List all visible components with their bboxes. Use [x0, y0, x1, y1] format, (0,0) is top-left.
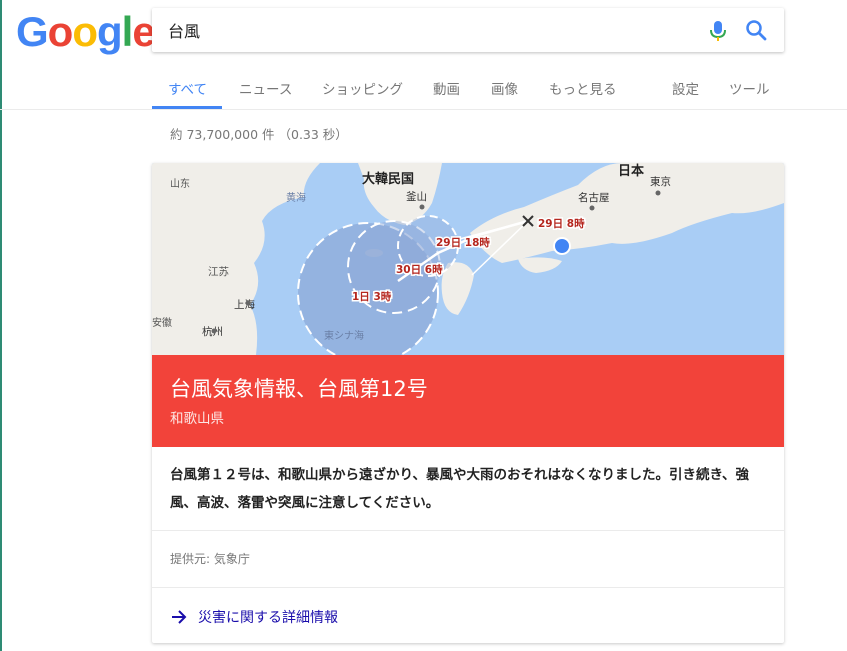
logo-letter: o	[47, 8, 74, 55]
card-title: 台風気象情報、台風第12号	[170, 377, 428, 401]
forecast-label-29-8: 29日 8時	[538, 217, 585, 230]
typhoon-map[interactable]: 日本 大韓民国 釜山 黄海 山东 江苏 上海 安徽 杭州 東シナ海 名古屋 東京…	[152, 163, 784, 355]
typhoon-banner: 台風気象情報、台風第12号 和歌山県	[152, 355, 784, 447]
logo-letter: G	[16, 8, 49, 55]
search-tabs: すべて ニュース ショッピング 動画 画像 もっと見る 設定 ツール	[0, 62, 847, 110]
map-label-busan: 釜山	[406, 190, 427, 203]
arrow-right-icon	[172, 610, 187, 624]
tab-tools[interactable]: ツール	[729, 78, 770, 98]
disaster-info-link-label: 災害に関する詳細情報	[198, 610, 338, 626]
map-label-japan: 日本	[618, 163, 644, 179]
search-input[interactable]	[168, 8, 688, 52]
microphone-icon[interactable]	[708, 20, 728, 42]
forecast-label-30-6: 30日 6時	[396, 263, 443, 276]
logo-letter: g	[96, 8, 123, 55]
map-label-jiangsu: 江苏	[208, 265, 229, 278]
divider	[152, 530, 784, 531]
tab-settings[interactable]: 設定	[672, 78, 699, 98]
tab-images[interactable]: 画像	[491, 78, 518, 98]
search-icon[interactable]	[744, 18, 768, 42]
map-label-tokyo: 東京	[650, 175, 671, 188]
logo-letter: o	[72, 8, 98, 55]
search-box	[152, 8, 784, 52]
map-label-shandong: 山东	[170, 177, 190, 190]
tab-news[interactable]: ニュース	[239, 78, 292, 98]
card-subtitle: 和歌山県	[170, 411, 224, 427]
typhoon-description: 台風第１２号は、和歌山県から遠ざかり、暴風や大雨のおそれはなくなりました。引き続…	[170, 467, 750, 511]
location-dot	[553, 237, 571, 255]
map-label-nagoya: 名古屋	[578, 191, 610, 204]
city-dot-nagoya	[589, 205, 595, 211]
divider	[152, 587, 784, 588]
tab-more[interactable]: もっと見る	[549, 78, 617, 98]
city-dot-busan	[419, 204, 425, 210]
tab-videos[interactable]: 動画	[433, 78, 460, 98]
forecast-label-1-3: 1日 3時	[352, 290, 392, 303]
city-dot-hangzhou	[211, 328, 217, 334]
result-stats: 約 73,700,000 件 （0.33 秒）	[170, 127, 348, 142]
city-dot-tokyo	[655, 190, 661, 196]
map-label-yellow-sea: 黄海	[286, 191, 306, 204]
tab-shopping[interactable]: ショッピング	[322, 78, 403, 98]
map-label-east-china-sea: 東シナ海	[324, 329, 364, 342]
source-attribution: 提供元: 気象庁	[170, 552, 250, 566]
map-label-shanghai: 上海	[234, 298, 255, 311]
active-tab-indicator	[152, 106, 222, 109]
logo-letter: l	[121, 8, 134, 55]
city-dot-shanghai	[245, 300, 251, 306]
tab-all[interactable]: すべて	[168, 78, 207, 98]
typhoon-info-card: 日本 大韓民国 釜山 黄海 山东 江苏 上海 安徽 杭州 東シナ海 名古屋 東京…	[152, 163, 784, 643]
map-label-korea: 大韓民国	[362, 171, 414, 187]
google-logo[interactable]: Google	[16, 8, 156, 55]
disaster-info-link[interactable]: 災害に関する詳細情報	[170, 605, 338, 629]
map-label-anhui: 安徽	[152, 316, 172, 329]
forecast-label-29-18: 29日 18時	[436, 236, 490, 249]
